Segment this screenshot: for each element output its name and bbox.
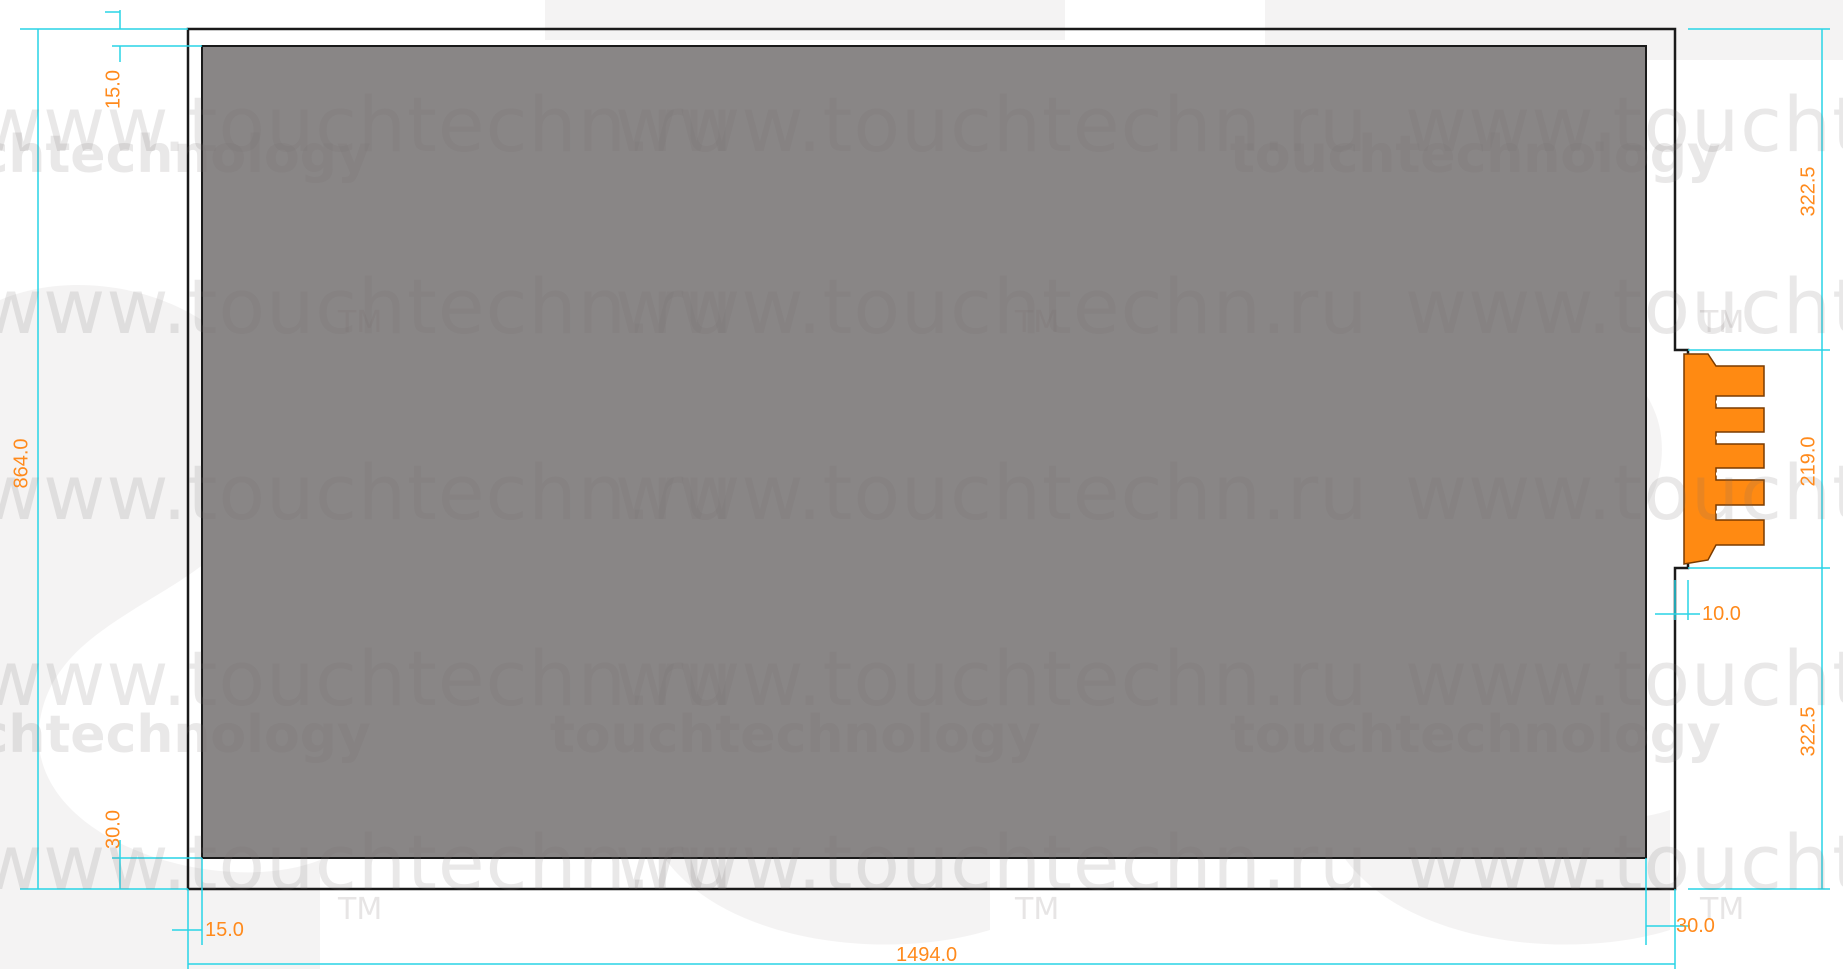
dim-bottom-border: 30.0 [102,810,125,849]
watermark-brand: touchtechnology [1230,125,1721,185]
watermark-tm: TM [1700,305,1745,340]
dim-total-height: 864.0 [10,438,33,489]
dim-bottom-to-tail: 322.5 [1797,706,1820,757]
dim-right-border: 30.0 [1676,915,1715,937]
watermark-brand: touchtechnology [0,705,371,765]
dim-top-to-tail: 322.5 [1797,166,1820,217]
dim-left-border: 15.0 [205,919,244,941]
watermark-tm: TM [1015,892,1060,927]
watermark-url: www.touchtechn.ru [615,818,1369,907]
drawing-canvas: www.touchtechn.ru www.touchtechn.ru www.… [0,0,1843,969]
watermark-brand: touchtechnology [550,705,1041,765]
dim-tail-width: 219.0 [1797,436,1820,487]
dim-top-border: 15.0 [102,70,125,109]
watermark-tm: TM [338,305,383,340]
watermark-url: www.touchtechn.ru [1405,448,1843,537]
watermark-url: www.touchtechn.ru [615,262,1369,351]
watermark-brand: touchtechnology [1230,705,1721,765]
watermark-tm: TM [1015,305,1060,340]
watermark-url: www.touchtechn.ru [615,448,1369,537]
dim-total-width: 1494.0 [896,944,958,966]
watermark-brand: touchtechnology [0,125,371,185]
watermark-tm: TM [338,892,383,927]
watermark-url: www.touchtechn.ru [1405,262,1843,351]
watermark-url: www.touchtechn.ru [1405,818,1843,907]
dim-tail-offset: 10.0 [1702,603,1741,625]
